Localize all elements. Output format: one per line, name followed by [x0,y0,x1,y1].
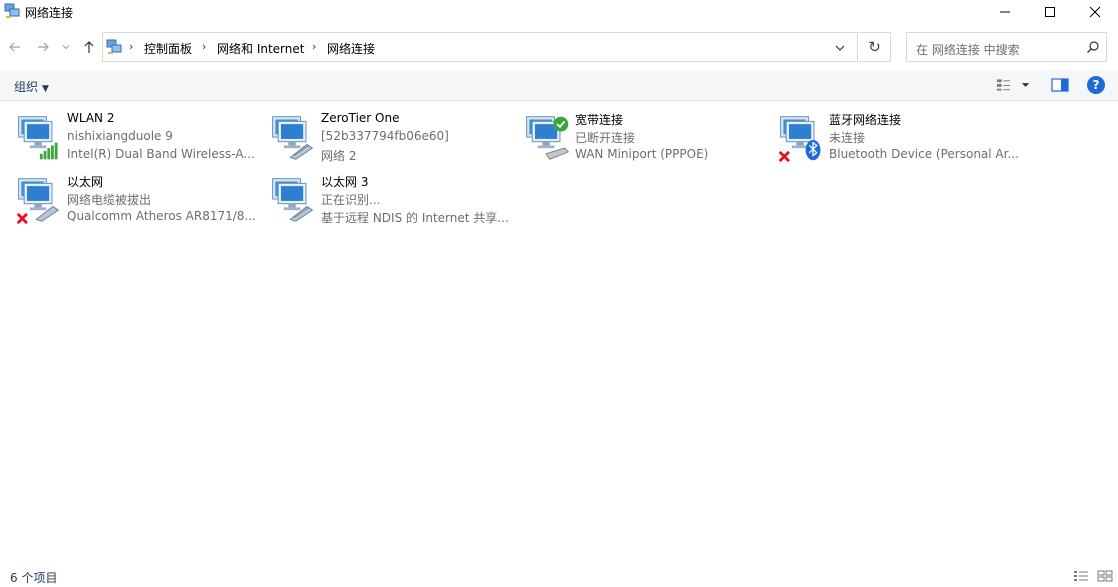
details-view-icon[interactable] [1073,570,1089,582]
connection-name: 以太网 [67,175,104,189]
minimize-button[interactable] [982,0,1028,24]
ethernet-adapter-icon [272,116,314,160]
organize-label: 组织 [14,80,39,94]
search-icon[interactable] [1086,40,1100,54]
arrow-left-icon [9,42,20,52]
window-title: 网络连接 [25,6,74,20]
organize-menu-button[interactable]: 组织 ▼ [14,78,49,95]
connection-name: WLAN 2 [67,111,115,125]
connection-device: 基于远程 NDIS 的 Internet 共享... [321,211,509,225]
ethernet-adapter-icon [272,178,314,222]
up-button[interactable] [81,39,97,55]
signal-bars-icon [39,142,58,160]
close-icon [1089,6,1101,18]
control-panel-icon [106,39,122,54]
minimize-icon [1000,11,1010,13]
address-dropdown-icon[interactable] [833,41,847,55]
refresh-button[interactable]: ↻ [859,32,891,62]
help-button[interactable]: ? [1087,76,1105,94]
refresh-icon: ↻ [868,38,881,56]
preview-pane-button[interactable] [1051,77,1069,93]
close-button[interactable] [1072,0,1118,24]
connection-item[interactable]: 蓝牙网络连接 未连接 Bluetooth Device (Personal Ar..… [776,111,1026,169]
search-box[interactable]: 在 网络连接 中搜索 [906,32,1107,62]
connection-name: ZeroTier One [321,111,400,125]
breadcrumb-separator[interactable]: › [202,40,206,53]
recent-locations-button[interactable] [61,39,71,55]
connection-device: WAN Miniport (PPPOE) [575,147,709,161]
connection-name: 宽带连接 [575,113,624,127]
address-bar[interactable]: › 控制面板 › 网络和 Internet › 网络连接 [102,32,858,62]
connection-item[interactable]: WLAN 2 nishixiangduole 9 Intel(R) Dual Ban… [14,111,264,169]
back-button[interactable] [7,39,23,55]
connection-item[interactable]: 以太网 3 正在识别... 基于远程 NDIS 的 Internet 共享... [268,173,518,231]
navigation-bar: › 控制面板 › 网络和 Internet › 网络连接 ↻ 在 网络连接 中搜… [0,32,1118,62]
connection-device: Bluetooth Device (Personal Ar... [829,147,1019,161]
maximize-icon [1045,7,1055,17]
large-icons-view-icon[interactable] [1097,570,1113,582]
connection-status: nishixiangduole 9 [67,129,173,143]
connection-device: Intel(R) Dual Band Wireless-A... [67,147,255,161]
connection-device: 网络 2 [321,149,357,163]
title-bar: 网络连接 [0,0,1118,24]
breadcrumb-separator[interactable]: › [129,40,133,53]
connection-status: 未连接 [829,131,866,145]
connection-device: Qualcomm Atheros AR8171/8... [67,209,256,223]
status-bar: 6 个项目 [0,566,1118,587]
bluetooth-adapter-icon [778,116,821,163]
caret-down-icon [1021,83,1030,87]
connection-item[interactable]: 以太网网络电缆被拔出 Qualcomm Atheros AR8171/8... [14,173,264,231]
connection-status: [52b337794fb06e60] [321,129,449,143]
forward-button[interactable] [35,39,51,55]
connection-status: 网络电缆被拔出 [67,193,152,207]
breadcrumb-control-panel[interactable]: 控制面板 [144,40,192,57]
search-placeholder: 在 网络连接 中搜索 [916,43,1020,57]
arrow-up-icon [84,41,94,53]
view-details-icon [996,79,1011,91]
connection-name: 以太网 3 [321,175,369,189]
chevron-down-icon [62,45,70,50]
command-bar: 组织 ▼ ? [0,70,1118,101]
connection-item[interactable]: ZeroTier One [52b337794fb06e60] 网络 2 [268,111,518,169]
connection-name: 蓝牙网络连接 [829,113,902,127]
ethernet-adapter-icon [16,178,60,225]
help-icon: ? [1092,78,1100,92]
connection-item[interactable]: 宽带连接已断开连接 WAN Miniport (PPPOE) [522,111,772,169]
breadcrumb-network-connections[interactable]: 网络连接 [327,40,375,57]
breadcrumb-separator[interactable]: › [312,40,316,53]
breadcrumb-network-internet[interactable]: 网络和 Internet [217,40,304,57]
network-connections-app-icon [4,3,20,18]
wifi-adapter-icon [18,116,58,160]
arrow-right-icon [38,42,49,52]
item-count: 6 个项目 [10,571,58,585]
broadband-icon [526,116,570,160]
connection-status: 已断开连接 [575,131,636,145]
change-view-button[interactable] [996,77,1032,93]
caret-down-icon: ▼ [42,84,49,94]
connection-status: 正在识别... [321,193,381,207]
maximize-button[interactable] [1027,0,1073,24]
